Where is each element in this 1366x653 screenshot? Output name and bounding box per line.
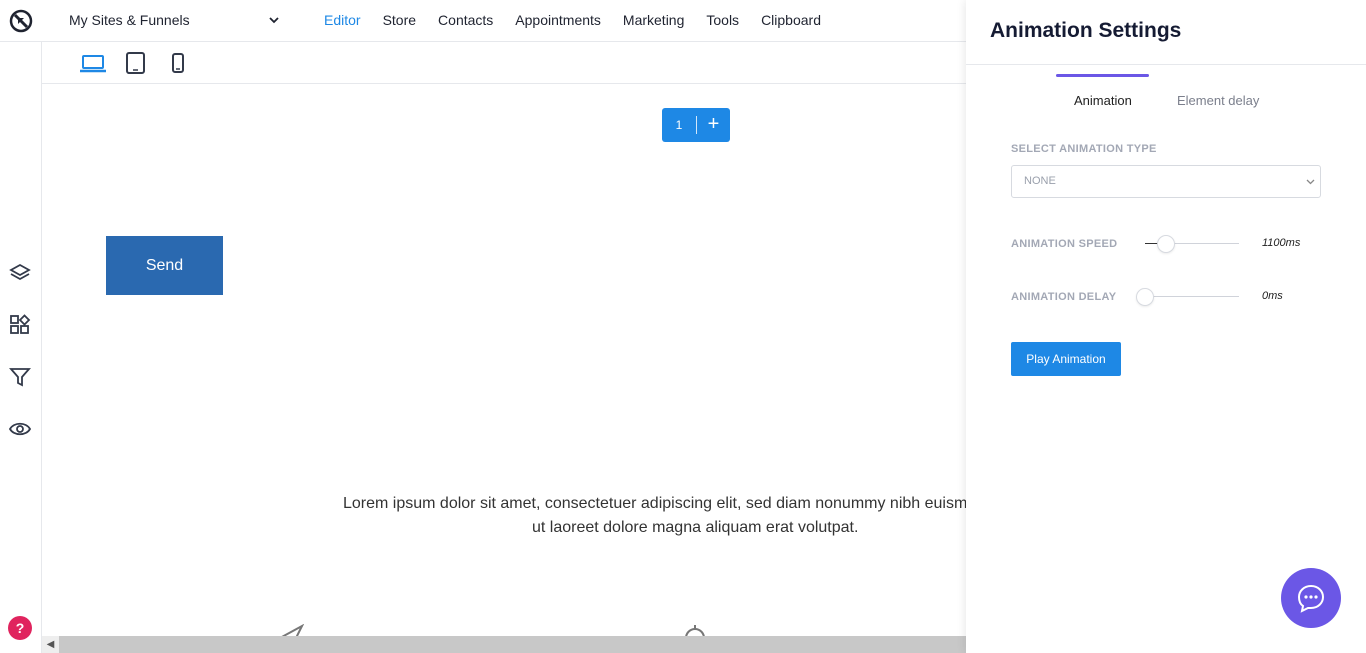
elements-icon[interactable] (9, 314, 31, 336)
panel-header-divider (966, 64, 1366, 65)
animation-delay-slider[interactable] (1136, 287, 1239, 307)
horizontal-scrollbar[interactable]: ◀ (42, 636, 966, 653)
device-toolbar (42, 42, 966, 84)
active-tab-indicator (1056, 74, 1149, 77)
editor-canvas[interactable]: 1 + Send Lorem ipsum dolor sit amet, con… (42, 84, 966, 636)
animation-type-value: NONE (1024, 175, 1056, 187)
top-bar: My Sites & Funnels Editor Store Contacts… (0, 0, 966, 42)
tab-animation[interactable]: Animation (1074, 93, 1132, 108)
send-plane-icon (281, 624, 304, 636)
site-selector[interactable]: My Sites & Funnels (69, 12, 283, 30)
panel-title: Animation Settings (990, 19, 1182, 42)
menu-item-store[interactable]: Store (383, 12, 416, 28)
section-number[interactable]: 1 (662, 108, 696, 142)
chat-bubble-icon (1297, 584, 1325, 613)
chat-button[interactable] (1281, 568, 1341, 628)
menu-item-clipboard[interactable]: Clipboard (761, 12, 821, 28)
desktop-view-icon[interactable] (80, 52, 106, 74)
main-menu: Editor Store Contacts Appointments Marke… (324, 12, 843, 28)
chevron-down-icon (1306, 179, 1315, 185)
send-button[interactable]: Send (106, 236, 223, 295)
site-selector-label: My Sites & Funnels (69, 12, 190, 28)
play-animation-button[interactable]: Play Animation (1011, 342, 1121, 376)
mobile-view-icon[interactable] (165, 52, 191, 74)
menu-item-marketing[interactable]: Marketing (623, 12, 684, 28)
lorem-line-2: ut laoreet dolore magna aliquam erat vol… (532, 519, 859, 536)
animation-type-select[interactable]: NONE (1011, 165, 1321, 198)
menu-item-contacts[interactable]: Contacts (438, 12, 493, 28)
animation-speed-slider[interactable] (1145, 234, 1239, 254)
add-section-button[interactable]: + (697, 108, 730, 142)
help-button[interactable]: ? (8, 616, 32, 640)
animation-speed-value: 1100ms (1262, 237, 1301, 249)
menu-item-appointments[interactable]: Appointments (515, 12, 601, 28)
slider-knob[interactable] (1156, 235, 1175, 253)
layers-icon[interactable] (9, 262, 31, 284)
section-control: 1 + (662, 108, 730, 142)
animation-settings-panel: Animation Settings Animation Element del… (966, 0, 1366, 653)
slider-track (1145, 296, 1239, 297)
menu-item-editor[interactable]: Editor (324, 12, 361, 28)
chevron-down-icon (269, 17, 279, 24)
tablet-view-icon[interactable] (123, 52, 149, 74)
clock-icon (685, 625, 705, 636)
animation-delay-label: ANIMATION DELAY (1011, 291, 1117, 303)
left-rail: ? (0, 42, 42, 653)
animation-type-label: SELECT ANIMATION TYPE (1011, 143, 1157, 155)
animation-speed-label: ANIMATION SPEED (1011, 238, 1118, 250)
logo-icon[interactable] (9, 9, 33, 33)
menu-item-tools[interactable]: Tools (706, 12, 739, 28)
animation-delay-value: 0ms (1262, 290, 1283, 302)
scroll-left-arrow-icon[interactable]: ◀ (42, 636, 59, 653)
filter-icon[interactable] (9, 366, 31, 388)
preview-eye-icon[interactable] (9, 418, 31, 440)
tab-element-delay[interactable]: Element delay (1177, 93, 1259, 108)
slider-knob[interactable] (1136, 288, 1154, 306)
lorem-line-1: Lorem ipsum dolor sit amet, consectetuer… (343, 495, 966, 512)
